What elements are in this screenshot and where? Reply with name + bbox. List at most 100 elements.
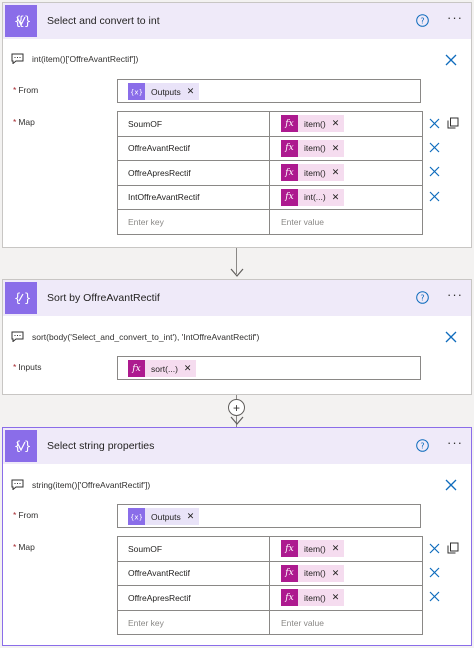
comment-text[interactable]: int(item()['OffreAvantRectif'])	[32, 54, 138, 64]
close-icon[interactable]	[445, 479, 457, 491]
more-options-icon[interactable]: ···	[447, 288, 463, 301]
data-operation-icon: {}	[5, 430, 37, 462]
remove-row-icon[interactable]	[429, 118, 440, 129]
card-title: Select string properties	[47, 440, 155, 452]
map-key-input[interactable]: Enter key	[118, 210, 270, 235]
remove-row-icon[interactable]	[429, 191, 440, 202]
token-remove-icon[interactable]: ✕	[332, 167, 340, 178]
copy-icon[interactable]	[447, 542, 459, 554]
map-value[interactable]: fx item() ✕	[271, 562, 422, 586]
comment-text[interactable]: sort(body('Select_and_convert_to_int'), …	[32, 332, 259, 342]
token-remove-icon[interactable]: ✕	[332, 592, 340, 603]
token-remove-icon[interactable]: ✕	[187, 511, 195, 522]
comment-text[interactable]: string(item()['OffreAvantRectif'])	[32, 480, 150, 490]
svg-text:?: ?	[420, 17, 424, 26]
action-card-select-convert: {{} Select and convert to int ? ··· int(…	[2, 2, 472, 248]
sort-token[interactable]: fx sort(...) ✕	[128, 360, 197, 377]
map-value-input[interactable]: Enter value	[271, 210, 422, 235]
fx-icon: fx	[128, 360, 145, 377]
map-key[interactable]: OffreAvantRectif	[118, 136, 270, 160]
close-icon[interactable]	[445, 54, 457, 66]
inputs-label: * Inputs	[13, 362, 42, 372]
map-label: * Map	[13, 117, 35, 127]
from-input[interactable]: {x} Outputs ✕	[117, 504, 421, 528]
item-token[interactable]: fx item() ✕	[281, 164, 345, 181]
svg-text:{x}: {x}	[131, 89, 142, 97]
map-row: SoumOF fx item() ✕	[118, 112, 422, 137]
comment-row: string(item()['OffreAvantRectif'])	[11, 479, 150, 490]
comment-row: int(item()['OffreAvantRectif'])	[11, 53, 138, 64]
map-key[interactable]: SoumOF	[118, 537, 270, 561]
remove-row-icon[interactable]	[429, 543, 440, 554]
card-header[interactable]: {{} Select and convert to int ? ···	[3, 3, 471, 39]
map-row: SoumOF fx item() ✕	[118, 537, 422, 562]
item-token[interactable]: fx item() ✕	[281, 115, 345, 132]
token-remove-icon[interactable]: ✕	[332, 192, 340, 203]
map-key[interactable]: OffreAvantRectif	[118, 561, 270, 585]
comment-icon	[11, 53, 24, 64]
close-icon[interactable]	[445, 331, 457, 343]
map-row: IntOffreAvantRectif fx int(...) ✕	[118, 185, 422, 210]
item-token[interactable]: fx item() ✕	[281, 589, 345, 606]
help-icon[interactable]: ?	[416, 14, 429, 27]
item-token[interactable]: fx item() ✕	[281, 139, 345, 157]
help-icon[interactable]: ?	[416, 439, 429, 452]
map-value-input[interactable]: Enter value	[271, 611, 422, 636]
outputs-token[interactable]: {x} Outputs ✕	[128, 83, 200, 100]
from-input[interactable]: {x} Outputs ✕	[117, 79, 421, 103]
data-operation-icon: {}	[5, 282, 37, 314]
more-options-icon[interactable]: ···	[447, 11, 463, 24]
map-value[interactable]: fx item() ✕	[271, 586, 422, 610]
remove-row-icon[interactable]	[429, 567, 440, 578]
inputs-input[interactable]: fx sort(...) ✕	[117, 356, 421, 380]
copy-icon[interactable]	[447, 117, 459, 129]
token-remove-icon[interactable]: ✕	[187, 86, 195, 97]
map-row: OffreAvantRectif fx item() ✕	[118, 136, 422, 161]
remove-row-icon[interactable]	[429, 166, 440, 177]
svg-text:?: ?	[420, 294, 424, 303]
map-key[interactable]: OffreApresRectif	[118, 161, 270, 185]
card-header[interactable]: {} Select string properties ? ···	[3, 428, 471, 464]
help-icon[interactable]: ?	[416, 291, 429, 304]
map-row: OffreAvantRectif fx item() ✕	[118, 561, 422, 586]
outputs-token[interactable]: {x} Outputs ✕	[128, 508, 200, 525]
map-value[interactable]: fx item() ✕	[271, 112, 422, 136]
from-label: * From	[13, 510, 39, 520]
map-table: SoumOF fx item() ✕ OffreAvantRectif fx item…	[117, 536, 423, 635]
svg-text:{: {	[14, 14, 21, 28]
map-value[interactable]: fx int(...) ✕	[271, 186, 422, 210]
arrow-down-icon	[230, 268, 244, 277]
token-remove-icon[interactable]: ✕	[332, 118, 340, 129]
fx-icon: fx	[281, 164, 298, 181]
arrow-down-icon	[230, 416, 244, 425]
add-step-button[interactable]: +	[228, 399, 245, 416]
map-key-input[interactable]: Enter key	[118, 610, 270, 635]
fx-icon: fx	[281, 139, 298, 157]
item-token[interactable]: fx item() ✕	[281, 564, 345, 582]
map-key[interactable]: OffreApresRectif	[118, 586, 270, 610]
item-token[interactable]: fx item() ✕	[281, 540, 345, 557]
map-key[interactable]: SoumOF	[118, 112, 270, 136]
token-remove-icon[interactable]: ✕	[332, 543, 340, 554]
svg-text:}: }	[24, 291, 31, 305]
map-value[interactable]: fx item() ✕	[271, 537, 422, 561]
token-remove-icon[interactable]: ✕	[184, 363, 192, 374]
svg-text:}: }	[24, 439, 31, 453]
token-remove-icon[interactable]: ✕	[332, 568, 340, 579]
svg-text:{: {	[14, 439, 21, 453]
token-remove-icon[interactable]: ✕	[332, 143, 340, 154]
remove-row-icon[interactable]	[429, 591, 440, 602]
map-key[interactable]: IntOffreAvantRectif	[118, 185, 270, 209]
map-value[interactable]: fx item() ✕	[271, 161, 422, 185]
fx-icon: fx	[281, 540, 298, 557]
comment-icon	[11, 331, 24, 342]
int-token[interactable]: fx int(...) ✕	[281, 188, 345, 206]
more-options-icon[interactable]: ···	[447, 436, 463, 449]
variable-icon: {x}	[128, 508, 145, 525]
fx-icon: fx	[281, 115, 298, 132]
fx-icon: fx	[281, 589, 298, 606]
fx-icon: fx	[281, 188, 298, 206]
remove-row-icon[interactable]	[429, 142, 440, 153]
map-value[interactable]: fx item() ✕	[271, 137, 422, 161]
card-header[interactable]: {} Sort by OffreAvantRectif ? ···	[3, 280, 471, 316]
